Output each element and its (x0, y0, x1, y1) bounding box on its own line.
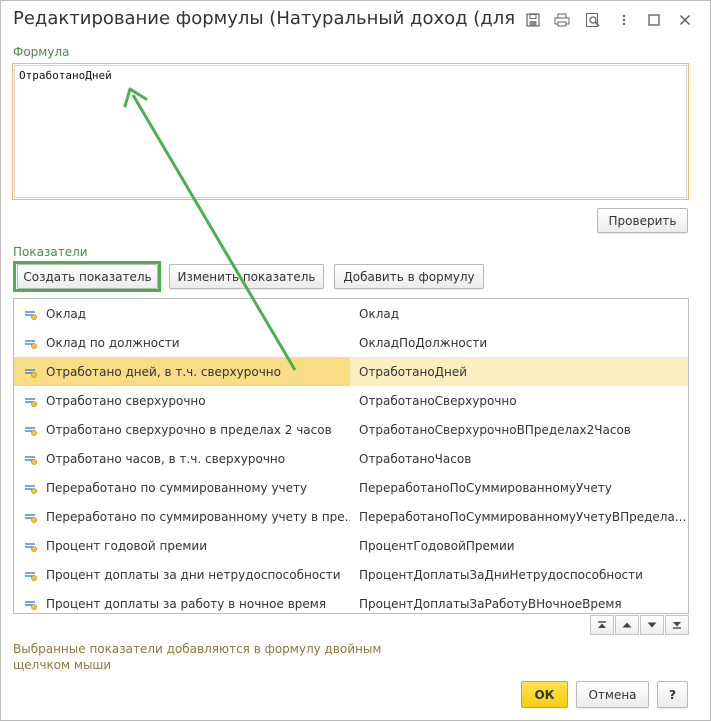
row-id: ПроцентГодовойПремии (359, 539, 515, 554)
indicator-icon (25, 398, 37, 407)
row-name-cell[interactable]: Процент годовой премии (14, 532, 350, 561)
row-id: ОтработаноЧасов (359, 452, 472, 467)
row-id: ОтработаноДней (359, 364, 468, 379)
indicators-label: Показатели (13, 245, 88, 259)
row-name-cell[interactable]: Оклад (14, 299, 350, 328)
cancel-button[interactable]: Отмена (576, 681, 649, 708)
table-row[interactable]: Переработано по суммированному учету Пере… (14, 474, 688, 503)
indicator-icon (25, 485, 37, 495)
print-icon[interactable] (552, 10, 572, 30)
add-to-formula-button[interactable]: Добавить в формулу (334, 264, 484, 289)
indicator-icon (25, 368, 37, 378)
row-name-cell[interactable]: Оклад по должности (14, 328, 350, 357)
table-row[interactable]: Процент доплаты за работу в ночное время… (14, 590, 688, 613)
row-id: ОтработаноСверхурочно (359, 393, 517, 408)
row-id: ОкладПоДолжности (359, 335, 488, 350)
row-name: Отработано сверхурочно (46, 393, 206, 408)
row-name-cell[interactable]: Процент доплаты за работу в ночное время (14, 590, 350, 613)
row-name: Процент доплаты за работу в ночное время (46, 597, 327, 612)
row-name: Процент доплаты за дни нетрудоспособност… (46, 568, 341, 583)
indicator-icon (25, 456, 37, 465)
table-nav (590, 615, 690, 635)
formula-label: Формула (13, 45, 70, 59)
row-name-cell[interactable]: Отработано сверхурочно (14, 386, 350, 415)
help-button[interactable]: ? (657, 681, 688, 708)
row-name-cell[interactable]: Переработано по суммированному учету в п… (14, 503, 350, 532)
row-name-cell[interactable]: Отработано часов, в т.ч. сверхурочно (14, 444, 350, 473)
indicator-icon (25, 543, 37, 553)
preview-icon[interactable] (583, 10, 603, 30)
indicator-icon (25, 572, 37, 582)
row-name: Переработано по суммированному учету (46, 481, 308, 496)
more-icon[interactable] (614, 10, 634, 30)
table-row[interactable]: Отработано дней, в т.ч. сверхурочно Отраб… (14, 357, 688, 387)
indicator-icon (25, 310, 37, 320)
formula-field[interactable]: ОтработаноДней (12, 63, 689, 200)
indicator-icon (25, 427, 37, 436)
edit-indicator-button[interactable]: Изменить показатель (169, 264, 324, 289)
row-id: ОтработаноСверхурочноВПределах2Часов (359, 422, 631, 437)
table-row[interactable]: Процент доплаты за дни нетрудоспособност… (14, 561, 688, 590)
row-id: ПроцентДоплатыЗаДниНетрудоспособности (359, 568, 643, 583)
row-name: Отработано дней, в т.ч. сверхурочно (46, 364, 281, 379)
row-id: ПереработаноПоСуммированномуУчету (359, 481, 612, 496)
first-icon[interactable] (590, 615, 614, 635)
last-icon[interactable] (665, 615, 689, 635)
table-row[interactable]: Отработано сверхурочно в пределах 2 часо… (14, 415, 688, 444)
row-name-cell[interactable]: Отработано дней, в т.ч. сверхурочно (14, 357, 350, 387)
indicator-icon (25, 601, 37, 611)
title-bar: Редактирование формулы (Натуральный дохо… (1, 1, 710, 39)
row-name: Отработано сверхурочно в пределах 2 часо… (46, 422, 332, 437)
create-indicator-button[interactable]: Создать показатель (17, 264, 158, 289)
row-name: Процент годовой премии (46, 539, 207, 554)
table-row[interactable]: Переработано по суммированному учету в п… (14, 503, 688, 532)
table-row[interactable]: Отработано сверхурочно ОтработаноСверхуро… (14, 386, 688, 415)
row-id: Оклад (359, 306, 400, 321)
row-name-cell[interactable]: Процент доплаты за дни нетрудоспособност… (14, 561, 350, 590)
ok-button[interactable]: ОК (521, 681, 568, 708)
row-name: Отработано часов, в т.ч. сверхурочно (46, 452, 286, 467)
close-icon[interactable] (675, 10, 695, 30)
down-icon[interactable] (640, 615, 664, 635)
row-name: Оклад (46, 306, 87, 321)
indicators-rows: Оклад Оклад Оклад по должности ОкладПоДолжн… (14, 299, 688, 613)
save-icon[interactable] (523, 10, 543, 30)
table-row[interactable]: Оклад Оклад (14, 299, 688, 328)
hint-text: Выбранные показатели добавляются в форму… (13, 642, 382, 672)
indicators-table[interactable]: Оклад Оклад Оклад по должности ОкладПоДолжн… (13, 298, 689, 614)
formula-edit-dialog: Редактирование формулы (Натуральный дохо… (0, 0, 711, 721)
window-title: Редактирование формулы (Натуральный дохо… (13, 8, 518, 29)
row-name-cell[interactable]: Отработано сверхурочно в пределах 2 часо… (14, 415, 350, 444)
table-row[interactable]: Процент годовой премии ПроцентГодовойПрем… (14, 532, 688, 561)
row-id: ПроцентДоплатыЗаРаботуВНочноеВремя (359, 597, 622, 612)
row-name-cell[interactable]: Переработано по суммированному учету (14, 474, 350, 503)
table-row[interactable]: Оклад по должности ОкладПоДолжности (14, 328, 688, 357)
up-icon[interactable] (615, 615, 639, 635)
row-name: Переработано по суммированному учету в п… (46, 510, 350, 525)
indicator-icon (25, 514, 37, 524)
maximize-icon[interactable] (644, 10, 664, 30)
formula-text[interactable]: ОтработаноДней (14, 65, 687, 198)
row-id: ПереработаноПоСуммированномуУчетуВПредел… (359, 510, 687, 525)
table-row[interactable]: Отработано часов, в т.ч. сверхурочно Отра… (14, 444, 688, 473)
indicator-icon (25, 339, 37, 349)
row-name: Оклад по должности (46, 335, 180, 350)
check-button[interactable]: Проверить (597, 208, 688, 233)
